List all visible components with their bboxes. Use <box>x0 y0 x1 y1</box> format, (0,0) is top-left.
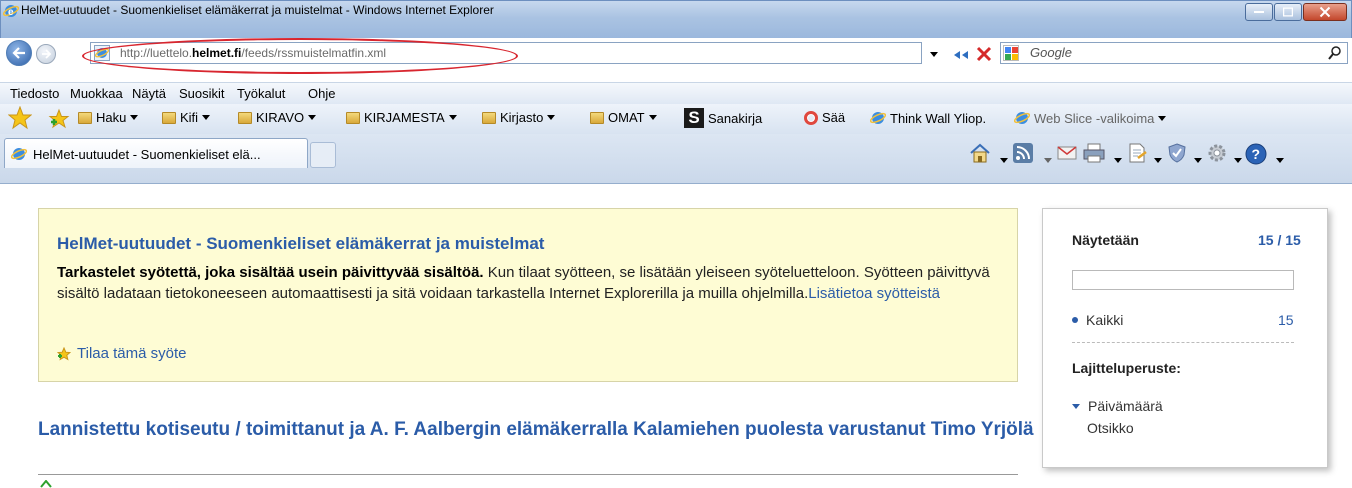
window-title: HelMet-uutuudet - Suomenkieliset elämäke… <box>21 3 494 17</box>
tab-bar: HelMet-uutuudet - Suomenkieliset elä... <box>0 134 1352 184</box>
back-arrow-icon <box>12 47 25 59</box>
forward-arrow-icon <box>42 49 51 59</box>
fav-web-slice[interactable]: Web Slice -valikoima <box>1014 110 1167 126</box>
fav-think-wall[interactable]: Think Wall Yliop. <box>870 110 986 126</box>
filter-input[interactable] <box>1072 270 1294 290</box>
folder-icon <box>482 111 496 124</box>
safety-icon[interactable] <box>1166 142 1188 164</box>
menu-bar: Tiedosto Muokkaa Näytä Suosikit Työkalut… <box>0 82 1352 104</box>
article-divider <box>38 474 1018 475</box>
dropdown-caret-icon <box>547 115 556 120</box>
menu-nayta[interactable]: Näytä <box>132 86 166 101</box>
folder-icon <box>346 111 360 124</box>
menu-ohje[interactable]: Ohje <box>308 86 335 101</box>
folder-icon <box>78 111 92 124</box>
ie-icon <box>870 112 886 124</box>
fav-kifi[interactable]: Kifi <box>162 110 211 125</box>
add-favorite-icon[interactable] <box>48 108 70 130</box>
menu-muokkaa[interactable]: Muokkaa <box>70 86 123 101</box>
subscribe-link[interactable]: Tilaa tämä syöte <box>57 345 187 362</box>
mail-icon[interactable] <box>1056 142 1078 164</box>
address-dropdown-icon[interactable] <box>930 52 938 57</box>
print-icon[interactable] <box>1082 142 1106 164</box>
menu-tyokalut[interactable]: Työkalut <box>237 86 285 101</box>
feeds-icon[interactable] <box>1012 142 1034 164</box>
favorites-star-icon[interactable] <box>8 106 32 130</box>
home-icon[interactable] <box>968 142 992 164</box>
sort-by-title[interactable]: Otsikko <box>1087 420 1134 436</box>
help-icon[interactable]: ? <box>1244 142 1268 166</box>
search-icon[interactable] <box>1328 46 1342 60</box>
refresh-icon[interactable] <box>952 48 970 62</box>
stop-icon[interactable] <box>976 46 992 62</box>
gear-icon[interactable] <box>1206 142 1228 164</box>
dropdown-caret-icon <box>448 115 457 120</box>
page-icon[interactable] <box>1126 142 1148 164</box>
s-logo-icon: S <box>684 108 704 128</box>
menu-tiedosto[interactable]: Tiedosto <box>10 86 59 101</box>
tab-helmet[interactable]: HelMet-uutuudet - Suomenkieliset elä... <box>4 138 308 168</box>
feeds-dropdown-icon[interactable] <box>1040 150 1052 168</box>
sort-arrow-icon <box>1072 403 1080 409</box>
all-count: 15 <box>1278 312 1294 328</box>
tools-dropdown-icon[interactable] <box>1230 150 1242 168</box>
filter-all[interactable]: Kaikki <box>1072 312 1123 328</box>
new-tab-button[interactable] <box>310 142 336 168</box>
showing-count: 15 / 15 <box>1258 232 1301 248</box>
sidebar-divider <box>1072 342 1294 343</box>
fav-saa[interactable]: Sää <box>804 110 845 125</box>
menu-suosikit[interactable]: Suosikit <box>179 86 225 101</box>
svg-text:?: ? <box>1252 146 1261 162</box>
ie-icon <box>1014 112 1030 124</box>
bullet-icon <box>1072 317 1078 323</box>
safety-dropdown-icon[interactable] <box>1190 150 1202 168</box>
forward-button[interactable] <box>36 44 56 64</box>
minimize-icon <box>1254 11 1264 13</box>
svg-text:e: e <box>8 7 14 18</box>
fav-kiravo[interactable]: KIRAVO <box>238 110 317 125</box>
folder-icon <box>238 111 252 124</box>
search-placeholder: Google <box>1030 45 1072 60</box>
feed-description: Tarkastelet syötettä, joka sisältää usei… <box>57 264 990 302</box>
home-dropdown-icon[interactable] <box>996 150 1008 168</box>
dropdown-caret-icon <box>308 115 317 120</box>
fav-kirjamesta[interactable]: KIRJAMESTA <box>346 110 457 125</box>
fav-sanakirja[interactable]: S Sanakirja <box>684 108 762 128</box>
title-bar: e HelMet-uutuudet - Suomenkieliset elämä… <box>0 0 1352 38</box>
dropdown-caret-icon <box>1158 115 1167 121</box>
maximize-icon <box>1283 7 1293 17</box>
favorites-bar: Haku Kifi KIRAVO KIRJAMESTA Kirjasto OMA… <box>0 104 1352 134</box>
maximize-button[interactable] <box>1274 3 1302 21</box>
ie-icon: e <box>3 5 19 18</box>
dropdown-caret-icon <box>202 115 211 120</box>
fav-omat[interactable]: OMAT <box>590 110 657 125</box>
minimize-button[interactable] <box>1245 3 1273 21</box>
sort-by-date[interactable]: Päivämäärä <box>1072 398 1163 414</box>
close-button[interactable] <box>1303 3 1347 21</box>
article-title-link[interactable]: Lannistettu kotiseutu / toimittanut ja A… <box>38 416 1038 444</box>
tab-label: HelMet-uutuudet - Suomenkieliset elä... <box>33 147 261 162</box>
help-dropdown-icon[interactable] <box>1272 150 1284 168</box>
fav-kirjasto[interactable]: Kirjasto <box>482 110 556 125</box>
feed-title: HelMet-uutuudet - Suomenkieliset elämäke… <box>57 234 545 253</box>
folder-icon <box>162 111 176 124</box>
expand-arrow-icon[interactable] <box>40 480 52 488</box>
weather-ring-icon <box>804 110 818 125</box>
page-dropdown-icon[interactable] <box>1150 150 1162 168</box>
dropdown-caret-icon <box>130 115 139 120</box>
close-icon <box>1319 6 1331 18</box>
dropdown-caret-icon <box>648 115 657 120</box>
sort-label: Lajitteluperuste: <box>1072 360 1181 376</box>
highlight-oval <box>82 38 518 74</box>
feeds-info-link[interactable]: Lisätietoa syötteistä <box>808 285 940 302</box>
ie-icon <box>11 148 27 160</box>
folder-icon <box>590 111 604 124</box>
subscribe-star-icon <box>57 346 71 361</box>
google-logo-icon <box>1003 45 1019 61</box>
fav-haku[interactable]: Haku <box>78 110 139 125</box>
back-button[interactable] <box>6 40 32 66</box>
showing-label: Näytetään <box>1072 232 1139 248</box>
print-dropdown-icon[interactable] <box>1110 150 1122 168</box>
